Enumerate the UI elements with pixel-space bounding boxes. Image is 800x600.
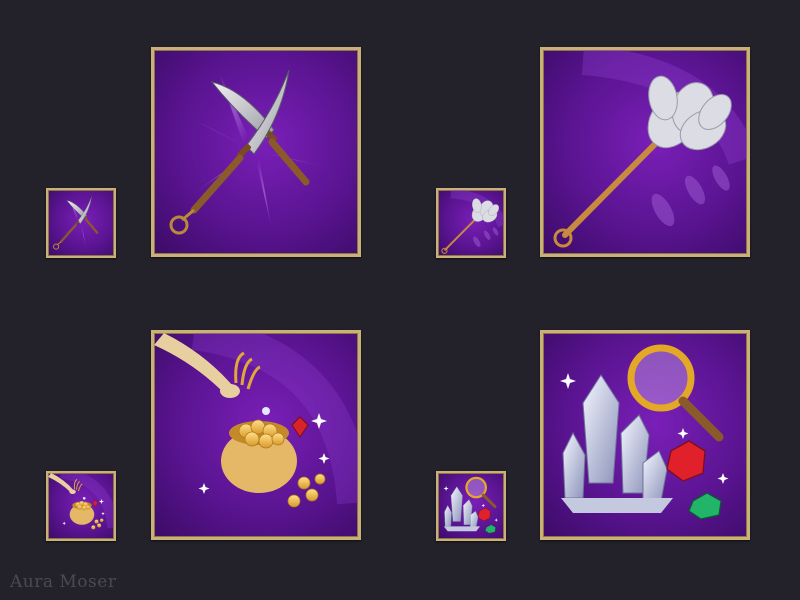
crossed-daggers-large-icon	[151, 47, 361, 257]
artist-signature: Aura Moser	[10, 572, 117, 592]
crystals-gems-magnifier-large-icon	[540, 330, 750, 540]
crossed-daggers-small-icon	[46, 188, 116, 258]
crystals-gems-magnifier-small-icon	[436, 471, 506, 541]
pot-of-gold-large-icon	[151, 330, 361, 540]
pot-of-gold-small-icon	[46, 471, 116, 541]
feather-duster-small-icon	[436, 188, 506, 258]
feather-duster-large-icon	[540, 47, 750, 257]
